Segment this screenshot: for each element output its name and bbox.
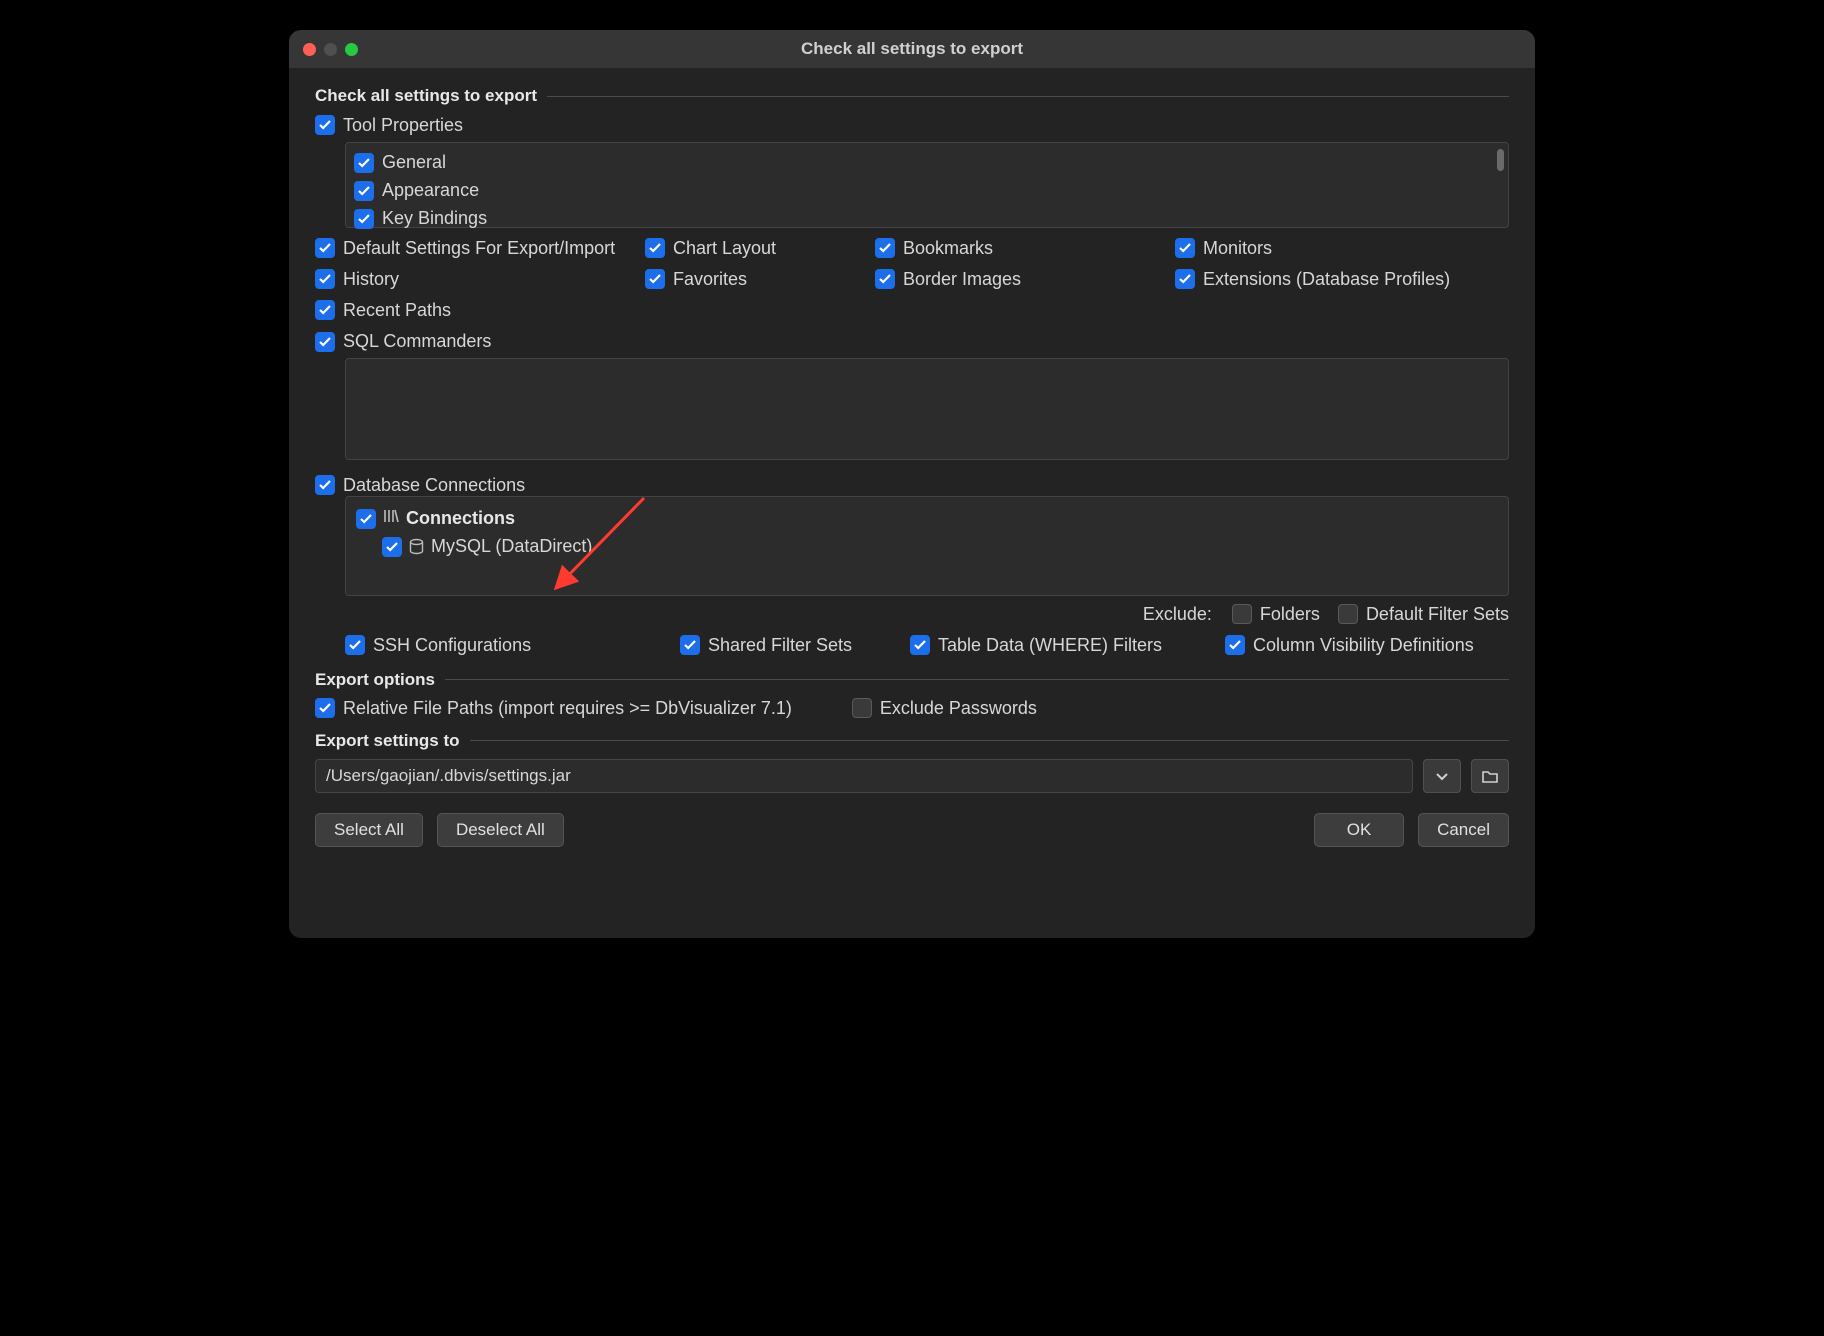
tool-properties-panel: General Appearance Key Bindings <box>345 142 1509 228</box>
checkbox-favorites[interactable]: Favorites <box>645 269 875 290</box>
checkbox-default-export-import[interactable]: Default Settings For Export/Import <box>315 238 645 259</box>
connections-label: Connections <box>406 508 515 529</box>
checkbox-column-visibility[interactable]: Column Visibility Definitions <box>1225 635 1509 656</box>
checkbox-bookmarks[interactable]: Bookmarks <box>875 238 1175 259</box>
exclude-label: Exclude: <box>1143 604 1212 625</box>
checkbox-history[interactable]: History <box>315 269 645 290</box>
checkbox-mysql-datadirect[interactable] <box>382 537 402 557</box>
checkbox-ssh-configs[interactable]: SSH Configurations <box>345 635 680 656</box>
checkbox-chart-layout[interactable]: Chart Layout <box>645 238 875 259</box>
checkbox-extensions[interactable]: Extensions (Database Profiles) <box>1175 269 1515 290</box>
sql-commanders-panel <box>345 358 1509 460</box>
checkbox-table-data-filters[interactable]: Table Data (WHERE) Filters <box>910 635 1225 656</box>
ok-label: OK <box>1347 820 1372 840</box>
deselect-all-button[interactable]: Deselect All <box>437 813 564 847</box>
checkbox-key-bindings[interactable]: Key Bindings <box>354 205 1500 233</box>
tool-properties-label: Tool Properties <box>343 115 463 136</box>
select-all-label: Select All <box>334 820 404 840</box>
checkbox-exclude-filtersets[interactable]: Default Filter Sets <box>1338 604 1509 625</box>
export-path-input[interactable] <box>315 759 1413 793</box>
label-relative-paths: Relative File Paths (import requires >= … <box>343 698 792 719</box>
checkbox-border-images[interactable]: Border Images <box>875 269 1175 290</box>
section-check-legend: Check all settings to export <box>315 86 537 106</box>
key-bindings-label: Key Bindings <box>382 208 487 229</box>
window-title: Check all settings to export <box>289 39 1535 59</box>
cancel-label: Cancel <box>1437 820 1490 840</box>
checkbox-connections[interactable] <box>356 509 376 529</box>
checkbox-exclude-folders[interactable]: Folders <box>1232 604 1320 625</box>
divider <box>547 96 1509 97</box>
label-monitors: Monitors <box>1203 238 1272 259</box>
label-column-visibility: Column Visibility Definitions <box>1253 635 1474 656</box>
cancel-button[interactable]: Cancel <box>1418 813 1509 847</box>
select-all-button[interactable]: Select All <box>315 813 423 847</box>
checkbox-sql-commanders[interactable]: SQL Commanders <box>315 331 491 352</box>
label-chart-layout: Chart Layout <box>673 238 776 259</box>
general-label: General <box>382 152 446 173</box>
label-exclude-filtersets: Default Filter Sets <box>1366 604 1509 625</box>
label-database-connections: Database Connections <box>343 475 525 496</box>
checkbox-database-connections[interactable]: Database Connections <box>315 475 525 496</box>
checkbox-monitors[interactable]: Monitors <box>1175 238 1515 259</box>
section-options-legend: Export options <box>315 670 435 690</box>
label-ssh-configs: SSH Configurations <box>373 635 531 656</box>
appearance-label: Appearance <box>382 180 479 201</box>
divider <box>445 679 1509 680</box>
label-favorites: Favorites <box>673 269 747 290</box>
checkbox-recent-paths[interactable]: Recent Paths <box>315 300 645 321</box>
label-table-data-filters: Table Data (WHERE) Filters <box>938 635 1162 656</box>
label-bookmarks: Bookmarks <box>903 238 993 259</box>
deselect-all-label: Deselect All <box>456 820 545 840</box>
checkbox-exclude-passwords[interactable]: Exclude Passwords <box>852 698 1037 719</box>
checkbox-relative-paths[interactable]: Relative File Paths (import requires >= … <box>315 698 792 719</box>
scrollbar-thumb[interactable] <box>1497 149 1504 171</box>
label-recent-paths: Recent Paths <box>343 300 451 321</box>
divider <box>470 740 1509 741</box>
history-dropdown-button[interactable] <box>1423 759 1461 793</box>
browse-folder-button[interactable] <box>1471 759 1509 793</box>
titlebar: Check all settings to export <box>289 30 1535 68</box>
checkbox-general[interactable]: General <box>354 149 1500 177</box>
label-history: History <box>343 269 399 290</box>
label-exclude-passwords: Exclude Passwords <box>880 698 1037 719</box>
label-border-images: Border Images <box>903 269 1021 290</box>
dialog-window: Check all settings to export Check all s… <box>289 30 1535 938</box>
checkbox-appearance[interactable]: Appearance <box>354 177 1500 205</box>
checkbox-shared-filter-sets[interactable]: Shared Filter Sets <box>680 635 910 656</box>
connections-icon <box>382 507 400 530</box>
checkbox-tool-properties[interactable]: Tool Properties <box>315 115 463 136</box>
database-icon <box>408 538 425 555</box>
section-export-to-legend: Export settings to <box>315 731 460 751</box>
folder-icon <box>1481 767 1499 785</box>
label-sql-commanders: SQL Commanders <box>343 331 491 352</box>
label-default-export-import: Default Settings For Export/Import <box>343 238 615 259</box>
database-connections-panel: Connections MySQL (DataDirect) <box>345 496 1509 596</box>
label-shared-filter-sets: Shared Filter Sets <box>708 635 852 656</box>
chevron-down-icon <box>1435 769 1449 783</box>
label-extensions: Extensions (Database Profiles) <box>1203 269 1450 290</box>
ok-button[interactable]: OK <box>1314 813 1404 847</box>
mysql-label: MySQL (DataDirect) <box>431 536 592 557</box>
label-exclude-folders: Folders <box>1260 604 1320 625</box>
